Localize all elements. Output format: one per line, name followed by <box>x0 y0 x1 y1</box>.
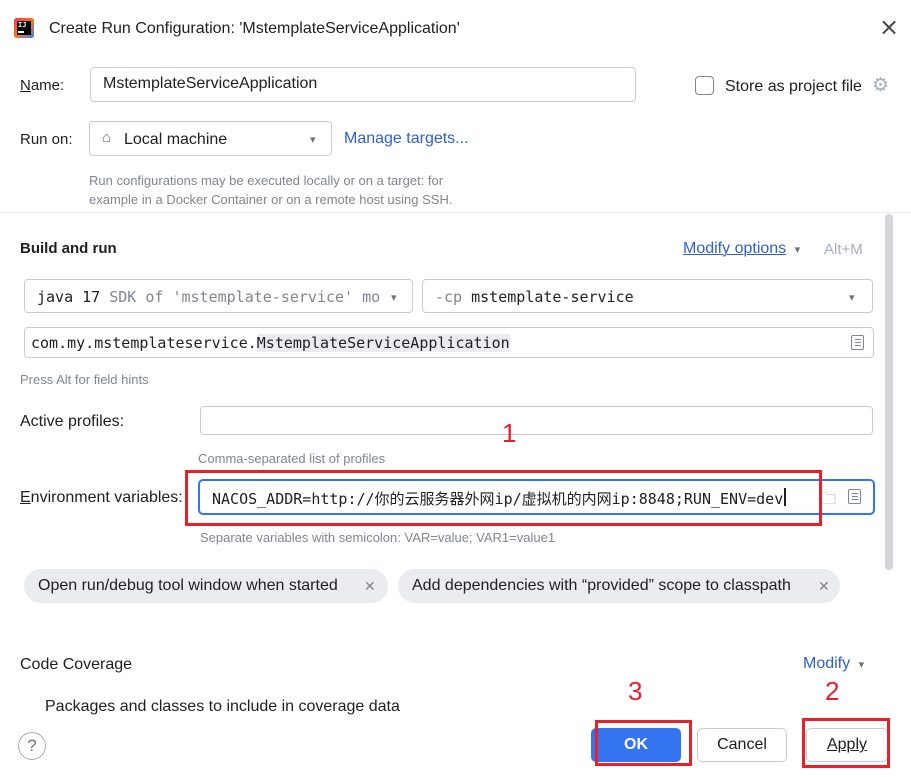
environment-variables-label: Environment variables: <box>20 489 183 506</box>
window-title: Create Run Configuration: 'MstemplateSer… <box>49 20 460 37</box>
expand-field-icon[interactable] <box>851 335 864 350</box>
gear-icon[interactable]: ⚙ <box>872 74 889 97</box>
close-icon[interactable]: ✕ <box>818 569 830 603</box>
chip-label: Open run/debug tool window when started <box>38 577 338 594</box>
manage-targets-link[interactable]: Manage targets... <box>344 130 469 148</box>
chevron-down-icon: ▾ <box>391 292 397 304</box>
chevron-down-icon: ▾ <box>858 659 865 671</box>
annotation-marker-1: 1 <box>502 418 517 448</box>
name-field[interactable]: MstemplateServiceApplication <box>90 67 636 102</box>
close-icon[interactable]: × <box>877 15 901 40</box>
modify-options-label: Modify options <box>683 240 787 257</box>
main-class-name: MstemplateServiceApplication <box>256 334 510 352</box>
active-profiles-hint: Comma-separated list of profiles <box>198 451 386 466</box>
main-class-field[interactable]: com.my.mstemplateservice.MstemplateServi… <box>24 327 874 358</box>
build-and-run-heading: Build and run <box>20 240 117 257</box>
classpath-module: mstemplate-service <box>471 288 634 306</box>
environment-variables-hint: Separate variables with semicolon: VAR=v… <box>200 530 556 545</box>
section-divider <box>0 212 911 213</box>
annotation-box-apply <box>802 718 890 768</box>
store-as-project-checkbox[interactable] <box>695 76 714 95</box>
name-label: Name: <box>20 77 65 94</box>
scrollbar-thumb[interactable] <box>885 214 893 570</box>
chevron-down-icon: ▾ <box>849 292 855 304</box>
main-class-package: com.my.mstemplateservice. <box>31 334 257 352</box>
jdk-select[interactable]: java 17 SDK of 'mstemplate-service' mo ▾ <box>24 279 413 313</box>
coverage-modify-link[interactable]: Modify ▾ <box>803 655 864 673</box>
chip-label: Add dependencies with “provided” scope t… <box>412 577 791 594</box>
run-on-hint-line1: Run configurations may be executed local… <box>89 173 444 188</box>
annotation-marker-2: 2 <box>825 676 840 706</box>
coverage-packages-label: Packages and classes to include in cover… <box>45 698 400 715</box>
run-on-value: Local machine <box>124 131 228 148</box>
option-chip-open-tool-window[interactable]: Open run/debug tool window when started … <box>24 569 388 603</box>
chevron-down-icon: ▾ <box>310 134 316 146</box>
help-button[interactable]: ? <box>18 732 46 760</box>
annotation-box-env <box>185 470 822 526</box>
expand-field-icon[interactable] <box>848 489 861 504</box>
store-as-project-label[interactable]: Store as project file <box>725 78 862 96</box>
folder-icon[interactable]: 🗀 <box>820 488 836 515</box>
annotation-box-ok <box>595 720 692 766</box>
option-chip-provided-scope[interactable]: Add dependencies with “provided” scope t… <box>398 569 840 603</box>
intellij-app-icon: IJ <box>14 18 34 38</box>
run-on-label: Run on: <box>20 131 73 148</box>
jdk-description: SDK of 'mstemplate-service' mo <box>109 288 381 306</box>
active-profiles-label: Active profiles: <box>20 413 125 430</box>
cancel-button[interactable]: Cancel <box>697 728 787 762</box>
run-on-hint-line2: example in a Docker Container or on a re… <box>89 192 453 207</box>
annotation-marker-3: 3 <box>628 676 643 706</box>
classpath-prefix: -cp <box>435 288 463 306</box>
active-profiles-field[interactable] <box>200 406 873 435</box>
code-coverage-label: Code Coverage <box>20 656 133 673</box>
jdk-version: java 17 <box>37 288 101 306</box>
modify-options-shortcut: Alt+M <box>824 241 863 258</box>
home-icon: ⌂ <box>102 129 112 146</box>
modify-options-link[interactable]: Modify options ▾ <box>683 240 800 258</box>
run-on-select[interactable]: ⌂ Local machine ▾ <box>89 121 332 156</box>
chevron-down-icon: ▾ <box>794 244 801 256</box>
field-hints-text: Press Alt for field hints <box>20 372 149 387</box>
title-bar: IJ Create Run Configuration: 'Mstemplate… <box>0 0 911 60</box>
coverage-modify-label: Modify <box>803 655 851 672</box>
classpath-select[interactable]: -cp mstemplate-service ▾ <box>422 279 873 313</box>
close-icon[interactable]: ✕ <box>364 569 376 603</box>
